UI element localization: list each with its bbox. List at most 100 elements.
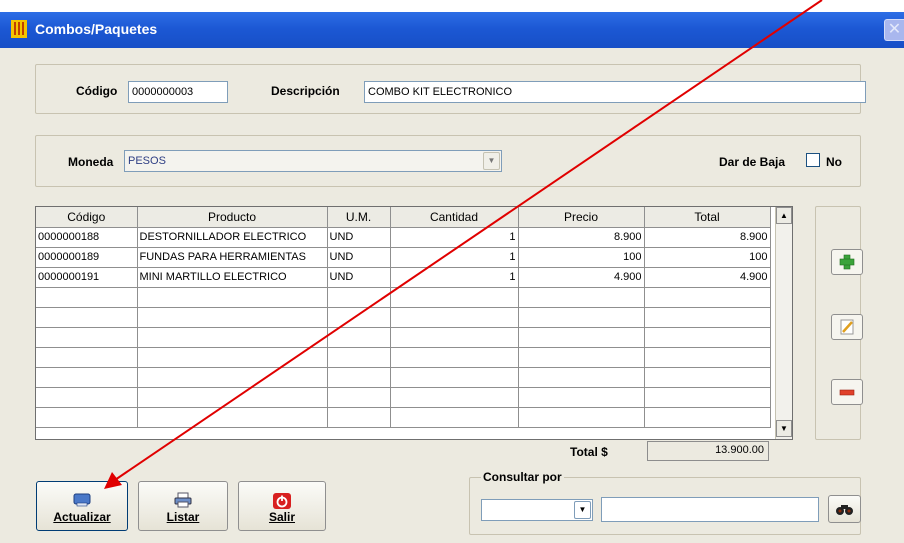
grid-cell[interactable] <box>644 307 771 328</box>
grid-column-header[interactable]: Código <box>36 207 138 228</box>
grid-cell[interactable] <box>327 367 391 388</box>
grid-cell[interactable] <box>137 407 328 428</box>
grid-scrollbar[interactable]: ▲ ▼ <box>775 207 792 439</box>
grid-cell[interactable]: 4.900 <box>644 267 771 288</box>
grid-cell[interactable] <box>390 307 519 328</box>
close-button[interactable]: ✕ <box>884 19 904 41</box>
grid-cell[interactable]: 100 <box>644 247 771 268</box>
grid-cell[interactable] <box>518 407 645 428</box>
chevron-down-icon[interactable]: ▼ <box>574 501 591 519</box>
grid-cell[interactable] <box>137 367 328 388</box>
binoculars-icon <box>836 505 853 515</box>
grid-cell[interactable] <box>36 347 138 368</box>
grid-cell[interactable] <box>518 347 645 368</box>
grid-cell[interactable] <box>137 287 328 308</box>
grid-cell[interactable]: DESTORNILLADOR ELECTRICO <box>137 227 328 248</box>
grid-cell[interactable] <box>36 387 138 408</box>
grid-column-header[interactable]: Cantidad <box>390 207 519 228</box>
grid-cell[interactable]: UND <box>327 227 391 248</box>
grid-cell[interactable] <box>36 307 138 328</box>
actualizar-button[interactable]: Actualizar <box>36 481 128 531</box>
edit-row-button[interactable] <box>831 314 863 340</box>
table-row[interactable] <box>36 347 771 368</box>
grid-cell[interactable] <box>390 347 519 368</box>
descripcion-field[interactable]: COMBO KIT ELECTRONICO <box>364 81 866 103</box>
search-button[interactable] <box>828 495 861 523</box>
grid-column-header[interactable]: U.M. <box>327 207 391 228</box>
grid-cell[interactable] <box>137 347 328 368</box>
grid-column-header[interactable]: Producto <box>137 207 328 228</box>
grid-cell[interactable] <box>137 327 328 348</box>
table-row[interactable]: 0000000188 DESTORNILLADOR ELECTRICO UND 1 8.… <box>36 227 771 248</box>
table-row[interactable] <box>36 407 771 428</box>
grid-cell[interactable] <box>36 327 138 348</box>
grid-cell[interactable]: 8.900 <box>518 227 645 248</box>
grid-cell[interactable]: 1 <box>390 227 519 248</box>
grid-cell[interactable]: 4.900 <box>518 267 645 288</box>
grid-cell[interactable] <box>644 367 771 388</box>
grid-cell[interactable] <box>390 327 519 348</box>
dar-baja-checkbox[interactable] <box>806 153 820 167</box>
grid-cell[interactable] <box>327 327 391 348</box>
products-grid[interactable]: Código Producto U.M. Cantidad Precio Total 00… <box>35 206 793 440</box>
table-row[interactable] <box>36 367 771 388</box>
grid-cell[interactable] <box>137 307 328 328</box>
grid-cell[interactable]: MINI MARTILLO ELECTRICO <box>137 267 328 288</box>
grid-cell[interactable] <box>518 287 645 308</box>
remove-row-button[interactable] <box>831 379 863 405</box>
chevron-down-icon[interactable]: ▼ <box>483 152 500 170</box>
actualizar-label: Actualizar <box>53 510 111 524</box>
grid-cell[interactable]: 8.900 <box>644 227 771 248</box>
grid-cell[interactable]: 0000000191 <box>36 267 138 288</box>
grid-cell[interactable]: UND <box>327 247 391 268</box>
grid-cell[interactable] <box>36 287 138 308</box>
moneda-select[interactable]: PESOS ▼ <box>124 150 502 172</box>
grid-cell[interactable] <box>644 287 771 308</box>
table-row[interactable]: 0000000189 FUNDAS PARA HERRAMIENTAS UND 1 10… <box>36 247 771 268</box>
add-row-button[interactable] <box>831 249 863 275</box>
consultar-title: Consultar por <box>481 470 564 484</box>
grid-cell[interactable] <box>327 307 391 328</box>
grid-cell[interactable]: 100 <box>518 247 645 268</box>
grid-cell[interactable] <box>390 407 519 428</box>
grid-cell[interactable]: 1 <box>390 247 519 268</box>
grid-column-header[interactable]: Total <box>644 207 771 228</box>
consultar-select[interactable]: ▼ <box>481 499 593 521</box>
grid-cell[interactable] <box>327 407 391 428</box>
grid-cell[interactable] <box>36 407 138 428</box>
salir-button[interactable]: Salir <box>238 481 326 531</box>
grid-cell[interactable] <box>390 387 519 408</box>
grid-cell[interactable] <box>36 367 138 388</box>
grid-cell[interactable] <box>518 327 645 348</box>
grid-cell[interactable] <box>137 387 328 408</box>
title-bar[interactable]: Combos/Paquetes ✕ <box>0 12 904 48</box>
grid-cell[interactable]: 0000000189 <box>36 247 138 268</box>
listar-button[interactable]: Listar <box>138 481 228 531</box>
grid-cell[interactable] <box>644 407 771 428</box>
scroll-down-icon[interactable]: ▼ <box>776 420 792 437</box>
grid-cell[interactable] <box>518 367 645 388</box>
grid-cell[interactable] <box>390 287 519 308</box>
grid-cell[interactable] <box>327 347 391 368</box>
grid-cell[interactable] <box>644 327 771 348</box>
table-row[interactable] <box>36 327 771 348</box>
consultar-input[interactable] <box>601 497 819 522</box>
grid-cell[interactable]: UND <box>327 267 391 288</box>
grid-cell[interactable] <box>327 287 391 308</box>
grid-cell[interactable]: 1 <box>390 267 519 288</box>
table-row[interactable] <box>36 307 771 328</box>
grid-cell[interactable] <box>644 387 771 408</box>
grid-cell[interactable] <box>327 387 391 408</box>
grid-cell[interactable] <box>390 367 519 388</box>
table-row[interactable]: 0000000191 MINI MARTILLO ELECTRICO UND 1 4.9… <box>36 267 771 288</box>
scroll-up-icon[interactable]: ▲ <box>776 207 792 224</box>
grid-cell[interactable]: 0000000188 <box>36 227 138 248</box>
grid-cell[interactable]: FUNDAS PARA HERRAMIENTAS <box>137 247 328 268</box>
grid-column-header[interactable]: Precio <box>518 207 645 228</box>
grid-cell[interactable] <box>518 307 645 328</box>
table-row[interactable] <box>36 287 771 308</box>
table-row[interactable] <box>36 387 771 408</box>
grid-cell[interactable] <box>518 387 645 408</box>
codigo-field[interactable]: 0000000003 <box>128 81 228 103</box>
grid-cell[interactable] <box>644 347 771 368</box>
